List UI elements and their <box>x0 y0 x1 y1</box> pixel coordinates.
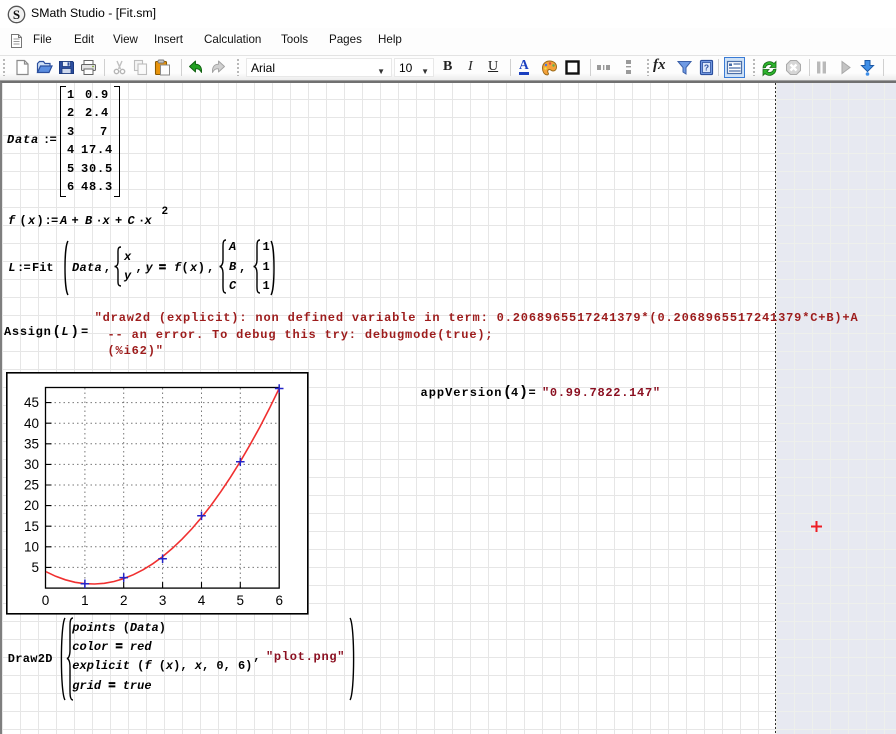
svg-text:35: 35 <box>24 436 39 451</box>
svg-text:6: 6 <box>275 593 283 608</box>
svg-text:0: 0 <box>42 593 50 608</box>
svg-text:3: 3 <box>159 593 167 608</box>
svg-text:30: 30 <box>24 457 39 472</box>
svg-text:?: ? <box>704 63 709 73</box>
svg-text:S: S <box>13 7 20 22</box>
svg-text:20: 20 <box>24 498 39 513</box>
svg-text:40: 40 <box>24 416 39 431</box>
svg-text:2: 2 <box>120 593 128 608</box>
svg-text:5: 5 <box>31 560 39 575</box>
svg-text:25: 25 <box>24 478 39 493</box>
svg-text:1: 1 <box>81 593 89 608</box>
svg-text:5: 5 <box>237 593 245 608</box>
svg-text:15: 15 <box>24 519 39 534</box>
svg-text:4: 4 <box>198 593 206 608</box>
svg-text:10: 10 <box>24 539 39 554</box>
svg-text:45: 45 <box>24 395 39 410</box>
